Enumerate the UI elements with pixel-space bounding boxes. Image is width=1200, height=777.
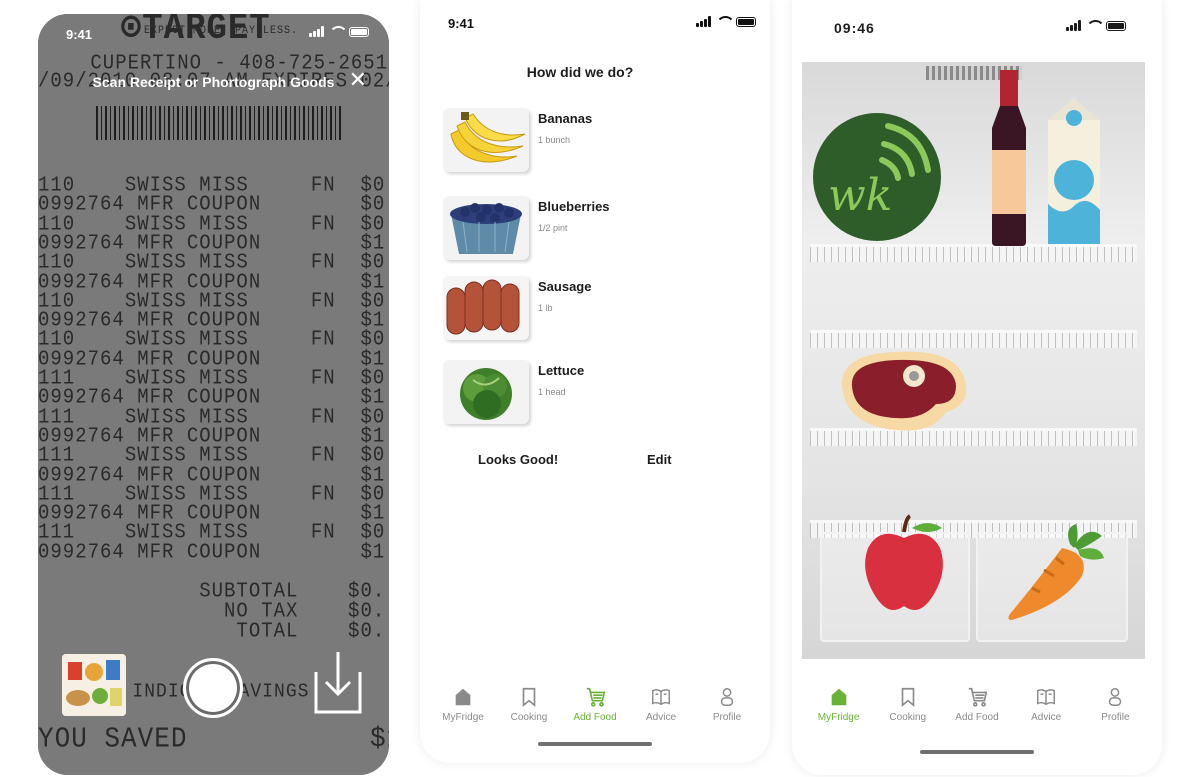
cart-icon [966, 686, 988, 708]
item-name: Bananas [538, 111, 593, 126]
status-time: 9:41 [66, 27, 93, 42]
receipt-barcode [96, 106, 344, 140]
bookmark-icon [518, 686, 540, 708]
signal-icon [696, 16, 711, 27]
list-item[interactable]: Bananas 1 bunch [443, 108, 743, 174]
tab-profile[interactable]: Profile [697, 686, 757, 756]
home-icon [828, 686, 850, 708]
battery-icon [349, 26, 369, 37]
scan-title: Scan Receipt or Phortograph Goods [92, 74, 335, 90]
receipt-line: 0992764 MFR COUPON $1. [38, 539, 389, 564]
status-bar: 9:41 [38, 14, 389, 54]
item-qty: 1/2 pint [538, 223, 568, 233]
tab-profile[interactable]: Profile [1085, 686, 1145, 756]
tab-advice[interactable]: Advice [1016, 686, 1076, 756]
tab-label: Cooking [510, 712, 548, 723]
logo-sticker[interactable]: wk [810, 112, 944, 242]
tab-label: MyFridge [817, 712, 860, 723]
fridge-screen: 09:46 wk MyFridge Cooking Add Food Advic… [792, 0, 1162, 775]
review-heading: How did we do? [526, 64, 634, 80]
carrot-icon[interactable] [1004, 524, 1108, 629]
tab-add-food[interactable]: Add Food [947, 686, 1007, 756]
tab-label: Advice [1031, 712, 1062, 723]
home-indicator [920, 750, 1034, 754]
camera-screen: ⊙TARGET EXPECT MORE. PAY LESS. CUPERTINO… [38, 14, 389, 775]
wifi-icon [329, 26, 348, 37]
receipt-line: TOTAL $0. [38, 618, 386, 644]
steak-icon[interactable] [836, 346, 972, 441]
book-icon [1035, 686, 1057, 708]
shutter-button[interactable] [183, 658, 243, 718]
tab-label: Add Food [955, 712, 999, 723]
list-item[interactable]: Lettuce 1 head [443, 360, 743, 426]
apple-icon[interactable] [862, 514, 948, 619]
review-screen: 9:41 How did we do? Bananas 1 bunch Blue… [420, 0, 770, 763]
battery-icon [736, 16, 756, 27]
home-icon [452, 686, 474, 708]
tab-cooking[interactable]: Cooking [878, 686, 938, 756]
fridge-view: wk [802, 62, 1145, 659]
cart-icon [584, 686, 606, 708]
looks-good-button[interactable]: Looks Good! [478, 452, 558, 467]
wifi-icon [1086, 20, 1105, 31]
tab-myfridge[interactable]: MyFridge [433, 686, 493, 756]
receipt-line: YOU SAVED $16.4 [38, 722, 389, 756]
wine-bottle-icon[interactable] [984, 70, 1034, 251]
bottom-nav: MyFridge Cooking Add Food Advice Profile [792, 686, 1162, 756]
tab-label: MyFridge [442, 712, 484, 723]
gallery-thumbnail[interactable] [62, 654, 126, 716]
edit-button[interactable]: Edit [647, 452, 672, 467]
status-time: 9:41 [448, 16, 475, 31]
banana-icon [443, 108, 529, 172]
item-name: Blueberries [538, 199, 610, 214]
download-icon[interactable] [312, 650, 364, 716]
status-bar: 09:46 [792, 0, 1162, 40]
person-icon [716, 686, 738, 708]
lettuce-icon [443, 360, 529, 424]
logo-text: wk [828, 170, 893, 221]
tab-myfridge[interactable]: MyFridge [809, 686, 869, 756]
status-time: 09:46 [834, 20, 875, 36]
sausage-icon [443, 276, 529, 340]
book-icon [650, 686, 672, 708]
signal-icon [1066, 20, 1081, 31]
close-icon[interactable]: ✕ [349, 69, 367, 91]
blueberries-icon [443, 196, 529, 260]
bookmark-icon [897, 686, 919, 708]
person-icon [1104, 686, 1126, 708]
item-qty: 1 head [538, 387, 566, 397]
milk-carton-icon[interactable] [1042, 94, 1106, 251]
item-name: Lettuce [538, 363, 585, 378]
signal-icon [309, 26, 324, 37]
tab-label: Cooking [889, 712, 927, 723]
status-bar: 9:41 [420, 0, 770, 40]
item-qty: 1 bunch [538, 135, 571, 145]
battery-icon [1106, 20, 1126, 31]
tab-label: Add Food [573, 712, 617, 723]
wifi-icon [716, 16, 735, 27]
tab-label: Profile [1101, 712, 1130, 723]
item-qty: 1 lb [538, 303, 553, 313]
home-indicator [538, 742, 652, 746]
tab-label: Advice [645, 712, 676, 723]
list-item[interactable]: Sausage 1 lb [443, 276, 743, 342]
item-name: Sausage [538, 279, 592, 294]
tab-label: Profile [712, 712, 742, 723]
list-item[interactable]: Blueberries 1/2 pint [443, 196, 743, 262]
